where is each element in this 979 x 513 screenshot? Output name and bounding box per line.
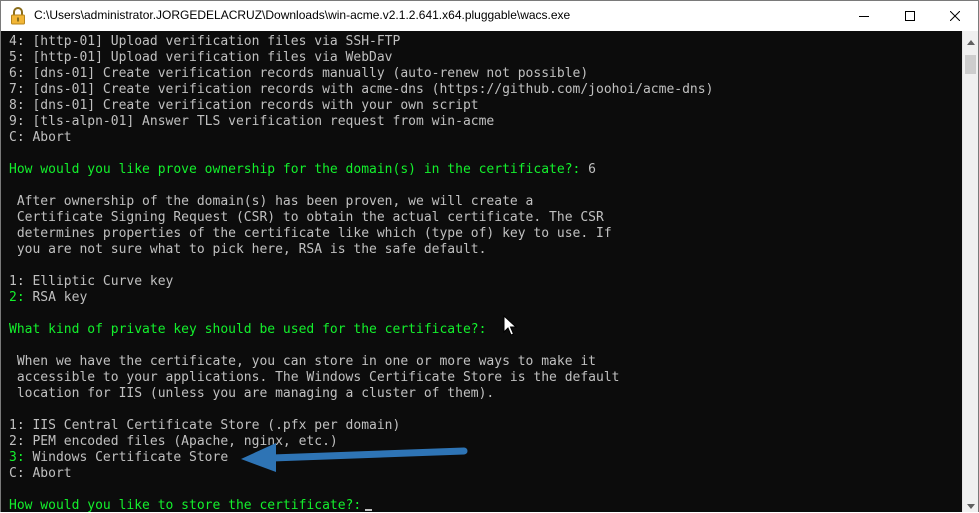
console-line: C: Abort — [9, 466, 72, 482]
console-text: Certificate Signing Request (CSR) to obt… — [9, 210, 604, 225]
console-line: 1: Elliptic Curve key — [9, 274, 173, 290]
console-answer: 6 — [580, 162, 597, 177]
console-text: 5: [http-01] Upload verification files v… — [9, 50, 393, 65]
console-line: After ownership of the domain(s) has bee… — [9, 194, 534, 210]
text-cursor — [365, 509, 373, 511]
console-text: After ownership of the domain(s) has bee… — [9, 194, 534, 209]
arrow-left-icon — [238, 438, 470, 472]
maximize-icon — [905, 11, 915, 21]
console-text: 4: [http-01] Upload verification files v… — [9, 34, 401, 49]
console-line: accessible to your applications. The Win… — [9, 370, 620, 386]
console-selected-key: 2: — [9, 290, 25, 305]
padlock-icon — [10, 7, 26, 25]
maximize-button[interactable] — [887, 1, 933, 31]
console-line: 5: [http-01] Upload verification files v… — [9, 50, 393, 66]
console-text: 1: Elliptic Curve key — [9, 274, 174, 289]
console-window: C:\Users\administrator.JORGEDELACRUZ\Dow… — [0, 0, 979, 512]
console-line: determines properties of the certificate… — [9, 226, 612, 242]
console-line: 3: Windows Certificate Store — [9, 450, 228, 466]
console-output[interactable]: 4: [http-01] Upload verification files v… — [1, 31, 962, 512]
console-text: Windows Certificate Store — [24, 450, 229, 465]
console-line: Certificate Signing Request (CSR) to obt… — [9, 210, 604, 226]
mouse-pointer-icon — [503, 314, 518, 337]
console-text: accessible to your applications. The Win… — [9, 370, 620, 385]
console-line: C: Abort — [9, 130, 72, 146]
console-text: 6: [dns-01] Create verification records … — [9, 66, 589, 81]
console-prompt: How would you like to store the certific… — [9, 498, 362, 512]
close-button[interactable] — [932, 1, 978, 31]
scroll-up-button[interactable] — [963, 31, 979, 48]
console-line: What kind of private key should be used … — [9, 322, 486, 338]
scrollbar-thumb[interactable] — [965, 55, 976, 74]
vertical-scrollbar[interactable] — [962, 31, 978, 512]
console-text: determines properties of the certificate… — [9, 226, 612, 241]
console-selected-key: 3: — [9, 450, 25, 465]
console-text: 1: IIS Central Certificate Store (.pfx p… — [9, 418, 401, 433]
console-line: 9: [tls-alpn-01] Answer TLS verification… — [9, 114, 494, 130]
console-line: 7: [dns-01] Create verification records … — [9, 82, 713, 98]
minimize-button[interactable] — [841, 1, 887, 31]
console-text: location for IIS (unless you are managin… — [9, 386, 495, 401]
console-prompt: How would you like prove ownership for t… — [9, 162, 581, 177]
console-text: C: Abort — [9, 466, 72, 481]
console-line: location for IIS (unless you are managin… — [9, 386, 494, 402]
console-line: When we have the certificate, you can st… — [9, 354, 596, 370]
console-line: 2: RSA key — [9, 290, 87, 306]
minimize-icon — [859, 11, 869, 21]
console-line: you are not sure what to pick here, RSA … — [9, 242, 487, 258]
close-icon — [950, 11, 960, 21]
console-line: 1: IIS Central Certificate Store (.pfx p… — [9, 418, 400, 434]
console-text: When we have the certificate, you can st… — [9, 354, 596, 369]
console-line: 6: [dns-01] Create verification records … — [9, 66, 588, 82]
console-line: How would you like prove ownership for t… — [9, 162, 596, 178]
console-prompt: What kind of private key should be used … — [9, 322, 487, 337]
console-line: How would you like to store the certific… — [9, 498, 373, 512]
console-text: RSA key — [24, 290, 88, 305]
console-text: you are not sure what to pick here, RSA … — [9, 242, 487, 257]
console-line: 8: [dns-01] Create verification records … — [9, 98, 479, 114]
console-text: 7: [dns-01] Create verification records … — [9, 82, 714, 97]
scroll-up-icon — [967, 30, 975, 49]
title-bar[interactable]: C:\Users\administrator.JORGEDELACRUZ\Dow… — [1, 1, 978, 31]
console-text: 8: [dns-01] Create verification records … — [9, 98, 479, 113]
window-title: C:\Users\administrator.JORGEDELACRUZ\Dow… — [34, 8, 571, 22]
scroll-down-button[interactable] — [963, 495, 979, 512]
console-text: 9: [tls-alpn-01] Answer TLS verification… — [9, 114, 495, 129]
console-text: C: Abort — [9, 130, 72, 145]
console-line: 4: [http-01] Upload verification files v… — [9, 34, 400, 50]
scroll-down-icon — [967, 494, 975, 513]
